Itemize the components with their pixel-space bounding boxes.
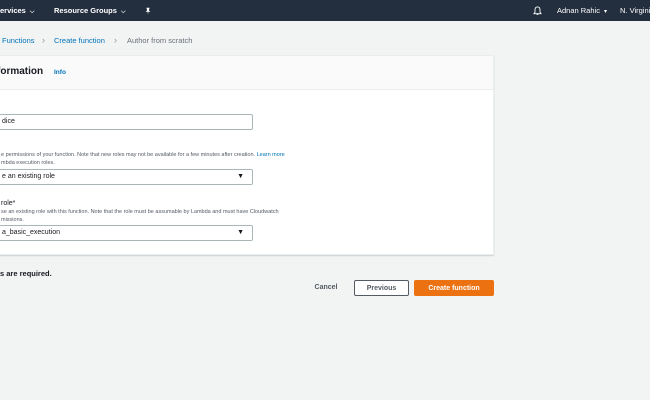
- chevron-right-icon: ›: [42, 35, 45, 45]
- role-description: e permissions of your function. Note tha…: [1, 151, 285, 167]
- breadcrumb-current: Author from scratch: [127, 36, 193, 45]
- chevron-down-icon: ⌵: [29, 9, 35, 15]
- cancel-button[interactable]: Cancel: [310, 280, 342, 296]
- panel-header: formation Info: [0, 56, 493, 90]
- services-label: ervices: [0, 6, 26, 15]
- existing-role-description-text-2: missions.: [1, 217, 24, 223]
- user-menu[interactable]: Adnan Rahic ▾: [557, 0, 607, 21]
- region-name: N. Virgini: [620, 6, 650, 15]
- existing-role-select[interactable]: a_basic_execution ▼: [0, 225, 253, 241]
- resource-groups-menu[interactable]: Resource Groups ⌵: [54, 0, 126, 21]
- pin-icon[interactable]: [144, 0, 152, 21]
- services-menu[interactable]: ervices ⌵: [0, 0, 34, 21]
- panel-title: formation: [0, 66, 44, 77]
- role-description-text-2: mbda execution roles.: [1, 160, 55, 166]
- region-menu[interactable]: N. Virgini: [620, 0, 650, 21]
- existing-role-label: role*: [1, 200, 16, 207]
- user-name: Adnan Rahic: [557, 6, 600, 15]
- basic-information-panel: formation Info dice e permissions of you…: [0, 55, 494, 255]
- chevron-down-icon: ⌵: [120, 9, 126, 15]
- role-description-text: e permissions of your function. Note tha…: [1, 152, 256, 158]
- breadcrumb-functions[interactable]: Functions: [2, 36, 35, 45]
- learn-more-link[interactable]: Learn more: [257, 152, 285, 158]
- required-note: s are required.: [0, 269, 52, 278]
- existing-role-description: se an existing role with this function. …: [1, 208, 279, 224]
- existing-role-value: a_basic_execution: [2, 229, 60, 236]
- chevron-down-icon: ▾: [603, 9, 607, 15]
- chevron-right-icon: ›: [114, 35, 117, 45]
- breadcrumb-create-function[interactable]: Create function: [54, 36, 105, 45]
- previous-button[interactable]: Previous: [354, 280, 409, 296]
- resource-groups-label: Resource Groups: [54, 6, 117, 15]
- existing-role-description-text: se an existing role with this function. …: [1, 209, 279, 215]
- caret-down-icon: ▼: [237, 229, 244, 236]
- caret-down-icon: ▼: [237, 173, 244, 180]
- role-select[interactable]: e an existing role ▼: [0, 169, 253, 185]
- info-link[interactable]: Info: [54, 69, 66, 76]
- top-nav: ervices ⌵ Resource Groups ⌵ Adnan Rahic ▾ N…: [0, 0, 650, 21]
- bell-icon[interactable]: [532, 0, 543, 21]
- create-function-button[interactable]: Create function: [414, 280, 494, 296]
- function-name-input[interactable]: dice: [0, 114, 253, 130]
- function-name-value: dice: [2, 118, 15, 125]
- role-select-value: e an existing role: [2, 173, 55, 180]
